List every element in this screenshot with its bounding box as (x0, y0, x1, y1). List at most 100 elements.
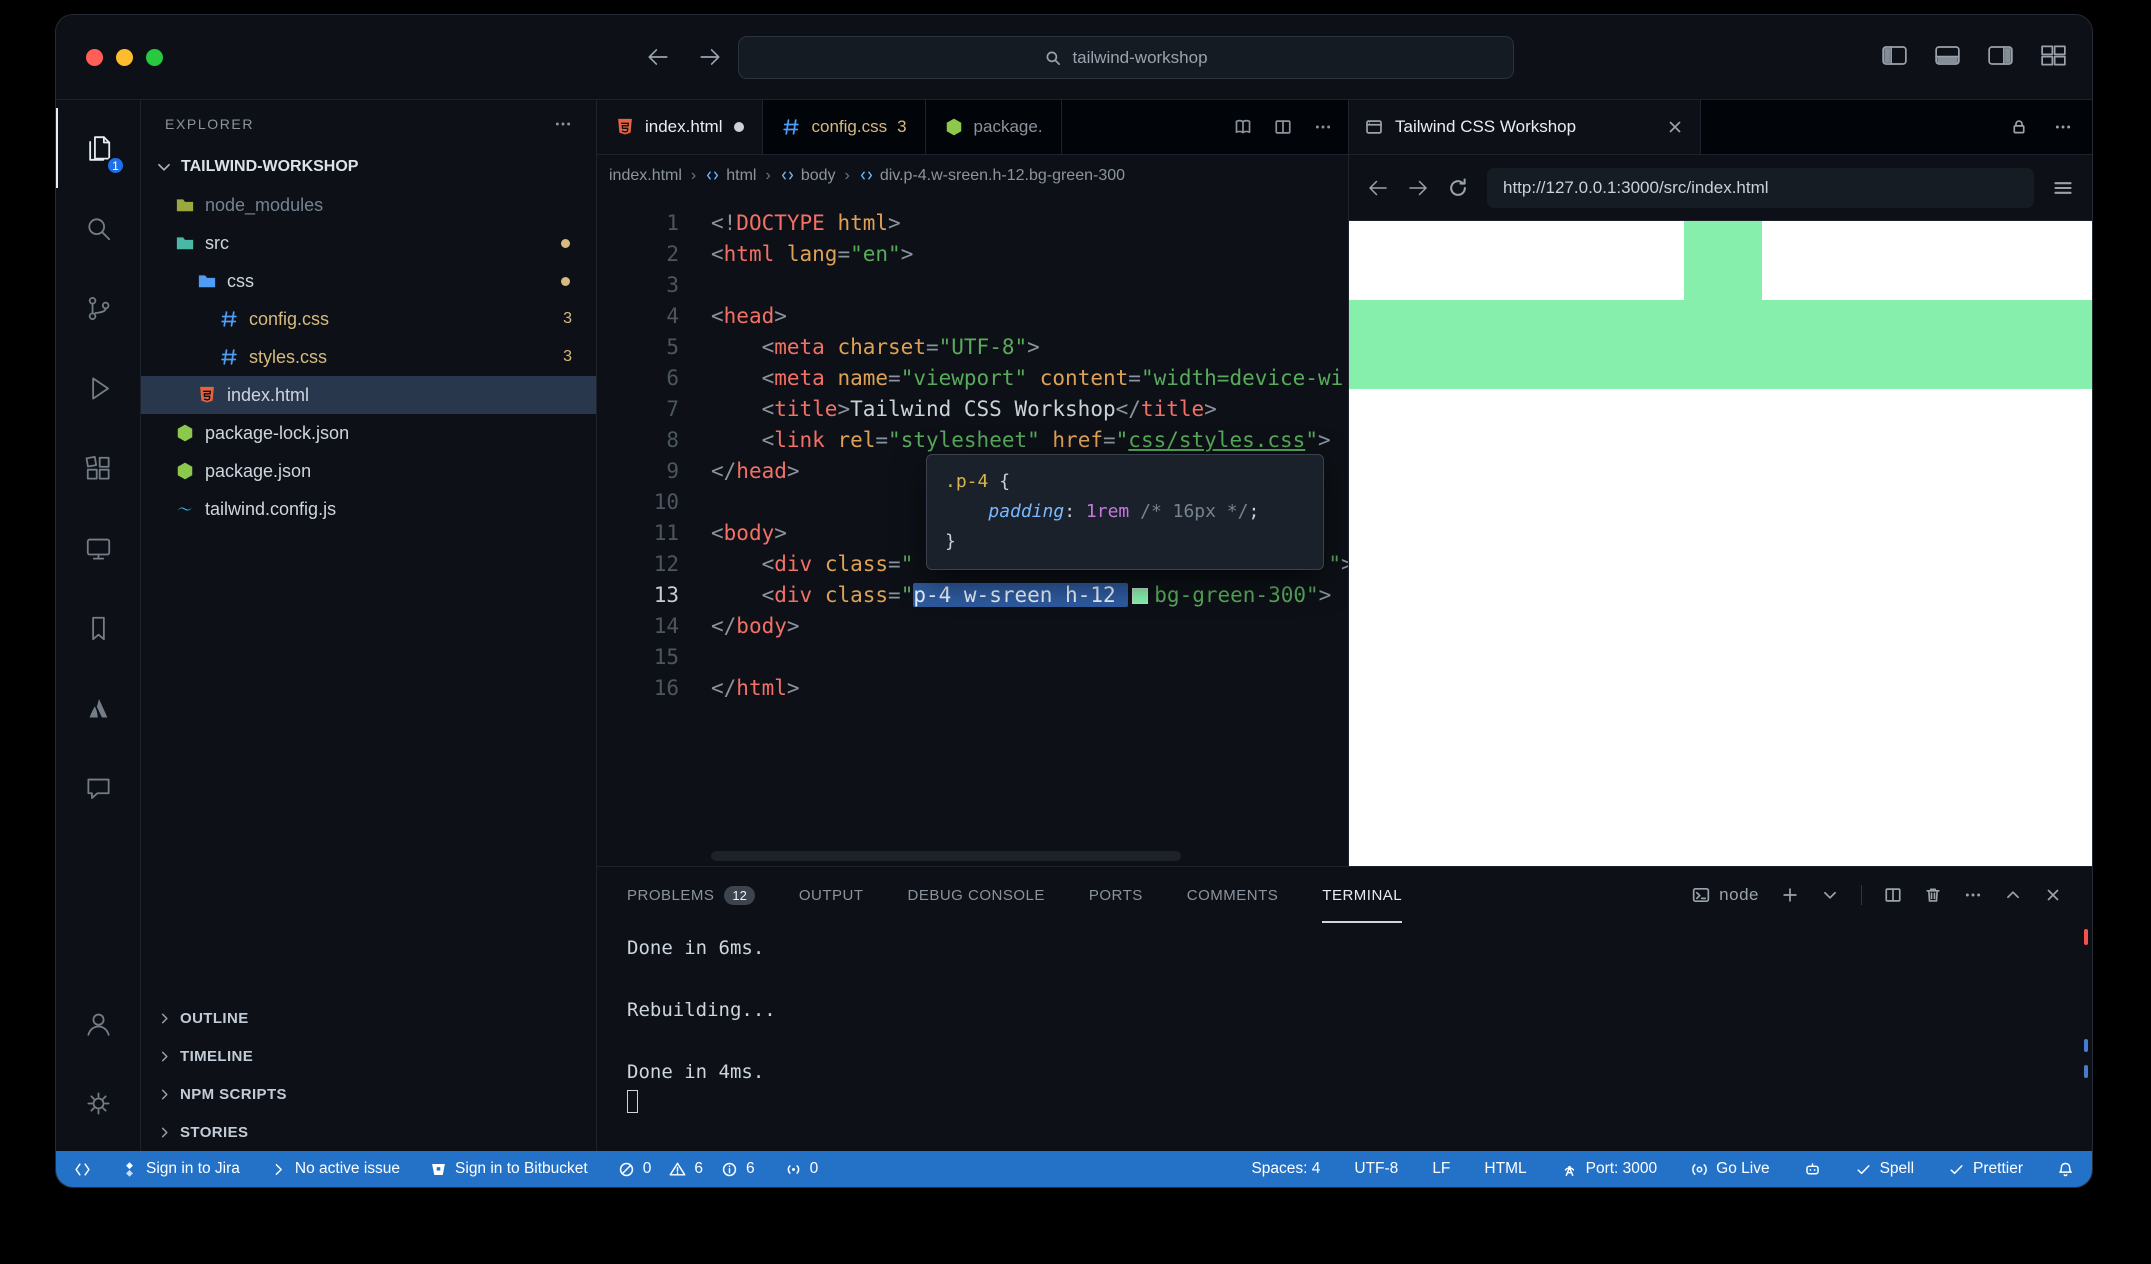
browser-forward-icon[interactable] (1407, 177, 1429, 199)
activity-remote-explorer[interactable] (56, 508, 140, 588)
activity-run-and-debug[interactable] (56, 348, 140, 428)
browser-reload-icon[interactable] (1447, 177, 1469, 199)
command-center-search[interactable]: tailwind-workshop (738, 36, 1514, 79)
crumb-1[interactable]: html (705, 167, 756, 185)
url-bar[interactable]: http://127.0.0.1:3000/src/index.html (1487, 168, 2034, 208)
browser-tab[interactable]: Tailwind CSS Workshop (1349, 100, 1701, 154)
close-window-button[interactable] (86, 49, 103, 66)
tab-config.css[interactable]: config.css3 (763, 100, 925, 154)
panel-tab-output[interactable]: OUTPUT (799, 867, 864, 923)
terminal-output[interactable]: Done in 6ms. Rebuilding... Done in 4ms. (597, 923, 2092, 1151)
panel-tab-comments[interactable]: COMMENTS (1187, 867, 1279, 923)
close-panel-icon[interactable] (2044, 886, 2062, 904)
toggle-sidebar-icon[interactable] (1882, 45, 1907, 66)
go-live-status[interactable]: Go Live (1691, 1160, 1769, 1178)
panel-tab-debug-console[interactable]: DEBUG CONSOLE (908, 867, 1045, 923)
browser-menu-icon[interactable] (2052, 177, 2074, 199)
code-line-4[interactable]: 4<head> (597, 301, 1348, 332)
split-terminal-icon[interactable] (1884, 886, 1902, 904)
maximize-panel-icon[interactable] (2004, 886, 2022, 904)
file-tailwind.config.js[interactable]: tailwind.config.js (141, 490, 596, 528)
terminal-more-icon[interactable] (1964, 886, 1982, 904)
activity-settings[interactable] (56, 1063, 140, 1143)
activity-explorer[interactable]: 1 (56, 108, 140, 188)
toggle-secondary-sidebar-icon[interactable] (1988, 45, 2013, 66)
section-outline[interactable]: OUTLINE (141, 999, 596, 1037)
remote-window-status[interactable] (74, 1161, 91, 1178)
activity-source-control[interactable] (56, 268, 140, 348)
explorer-more-icon[interactable] (554, 115, 572, 133)
copilot-status[interactable] (1804, 1161, 1821, 1178)
panel-tab-terminal[interactable]: TERMINAL (1322, 867, 1402, 923)
language-mode-status[interactable]: HTML (1484, 1160, 1526, 1178)
activity-chat[interactable] (56, 748, 140, 828)
crumb-3[interactable]: div.p-4.w-sreen.h-12.bg-green-300 (859, 167, 1125, 185)
file-src[interactable]: src (141, 224, 596, 262)
kill-terminal-icon[interactable] (1924, 886, 1942, 904)
go-back-icon[interactable] (646, 45, 670, 69)
toggle-panel-icon[interactable] (1935, 45, 1960, 66)
activity-bookmarks[interactable] (56, 588, 140, 668)
editor-more-icon[interactable] (1314, 118, 1332, 136)
horizontal-scrollbar[interactable] (711, 851, 1181, 861)
customize-layout-icon[interactable] (2041, 45, 2066, 66)
panel-tab-problems[interactable]: PROBLEMS12 (627, 867, 755, 923)
activity-search[interactable] (56, 188, 140, 268)
live-server-port-status[interactable]: Port: 3000 (1561, 1160, 1658, 1178)
bitbucket-sign-in-status[interactable]: Sign in to Bitbucket (430, 1160, 588, 1178)
browser-viewport[interactable] (1349, 221, 2092, 866)
code-line-13[interactable]: 13 <div class="p-4 w-sreen h-12 bg-green… (597, 580, 1348, 611)
activity-account[interactable] (56, 983, 140, 1063)
code-line-8[interactable]: 8 <link rel="stylesheet" href="css/style… (597, 425, 1348, 456)
minimize-window-button[interactable] (116, 49, 133, 66)
feedback-status[interactable]: 0 (785, 1160, 819, 1178)
workspace-root[interactable]: TAILWIND-WORKSHOP (141, 148, 596, 186)
code-line-6[interactable]: 6 <meta name="viewport" content="width=d… (597, 363, 1348, 394)
file-index.html[interactable]: index.html (141, 376, 596, 414)
code-line-14[interactable]: 14</body> (597, 611, 1348, 642)
problems-status[interactable]: 066 (618, 1160, 755, 1178)
spell-checker-status[interactable]: Spell (1855, 1160, 1914, 1178)
active-issue-status[interactable]: No active issue (270, 1160, 400, 1178)
code-line-16[interactable]: 16</html> (597, 673, 1348, 704)
crumb-0[interactable]: index.html (609, 167, 682, 185)
tab-index.html[interactable]: index.html (597, 100, 763, 154)
code-line-1[interactable]: 1<!DOCTYPE html> (597, 208, 1348, 239)
eol-status[interactable]: LF (1432, 1160, 1450, 1178)
file-package.json[interactable]: package.json (141, 452, 596, 490)
terminal-dropdown-icon[interactable] (1821, 886, 1839, 904)
file-package-lock.json[interactable]: package-lock.json (141, 414, 596, 452)
notifications-status[interactable] (2057, 1161, 2074, 1178)
activity-extensions[interactable] (56, 428, 140, 508)
go-forward-icon[interactable] (698, 45, 722, 69)
split-editor-icon[interactable] (1274, 118, 1292, 136)
section-timeline[interactable]: TIMELINE (141, 1037, 596, 1075)
new-terminal-icon[interactable] (1781, 886, 1799, 904)
indentation-status[interactable]: Spaces: 4 (1251, 1160, 1320, 1178)
section-stories[interactable]: STORIES (141, 1113, 596, 1151)
code-line-15[interactable]: 15 (597, 642, 1348, 673)
panel-tab-ports[interactable]: PORTS (1089, 867, 1143, 923)
file-styles.css[interactable]: styles.css3 (141, 338, 596, 376)
code-line-5[interactable]: 5 <meta charset="UTF-8"> (597, 332, 1348, 363)
jira-sign-in-status[interactable]: Sign in to Jira (121, 1160, 240, 1178)
section-npm-scripts[interactable]: NPM SCRIPTS (141, 1075, 596, 1113)
code-line-2[interactable]: 2<html lang="en"> (597, 239, 1348, 270)
code-editor[interactable]: 1<!DOCTYPE html>2<html lang="en">34<head… (597, 196, 1348, 866)
close-browser-tab-icon[interactable] (1666, 118, 1684, 136)
terminal-shell-picker[interactable]: node (1692, 885, 1759, 905)
code-line-3[interactable]: 3 (597, 270, 1348, 301)
browser-back-icon[interactable] (1367, 177, 1389, 199)
activity-atlassian[interactable] (56, 668, 140, 748)
prettier-status[interactable]: Prettier (1948, 1160, 2023, 1178)
browser-more-icon[interactable] (2054, 118, 2072, 136)
encoding-status[interactable]: UTF-8 (1354, 1160, 1398, 1178)
file-css[interactable]: css (141, 262, 596, 300)
open-preview-icon[interactable] (1234, 118, 1252, 136)
crumb-2[interactable]: body (780, 167, 836, 185)
tab-package[interactable]: package. (926, 100, 1062, 154)
code-line-7[interactable]: 7 <title>Tailwind CSS Workshop</title> (597, 394, 1348, 425)
zoom-window-button[interactable] (146, 49, 163, 66)
file-node_modules[interactable]: node_modules (141, 186, 596, 224)
file-config.css[interactable]: config.css3 (141, 300, 596, 338)
